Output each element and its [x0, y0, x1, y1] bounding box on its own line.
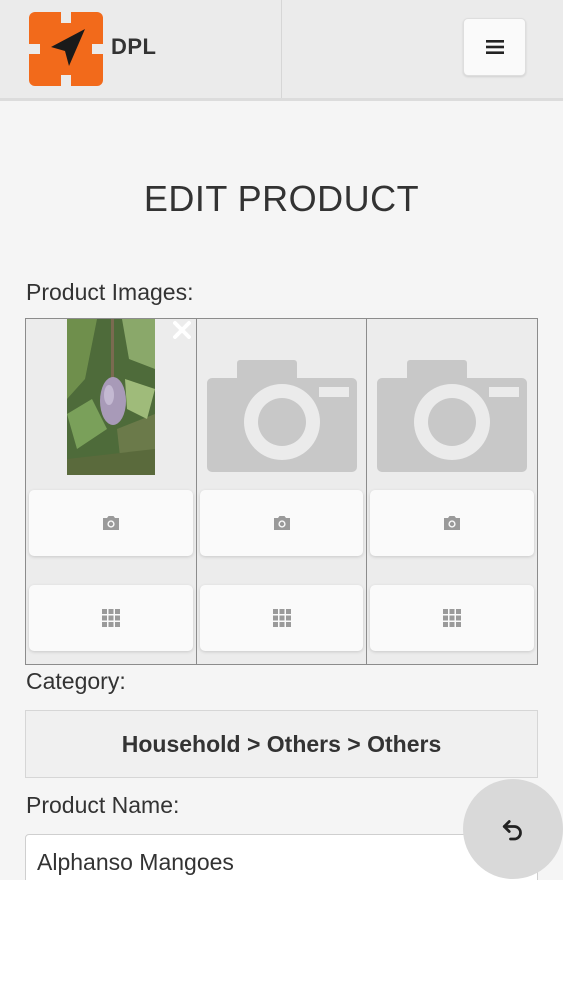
camera-icon	[273, 516, 290, 530]
grid-icon	[272, 609, 291, 627]
choose-from-gallery-button[interactable]	[370, 585, 535, 651]
choose-from-gallery-button[interactable]	[199, 585, 364, 651]
category-label: Category:	[26, 668, 126, 694]
camera-icon	[444, 516, 461, 530]
remove-image-icon[interactable]	[171, 319, 193, 341]
product-images-grid	[25, 318, 538, 665]
brand-name: DPL	[111, 34, 157, 59]
take-photo-button[interactable]	[199, 490, 364, 556]
hamburger-menu-icon	[485, 40, 504, 54]
camera-placeholder-icon	[377, 360, 528, 472]
header-divider	[281, 0, 282, 98]
camera-placeholder-icon	[206, 360, 357, 472]
image-slot-1	[26, 319, 197, 664]
image-placeholder	[197, 319, 367, 489]
grid-icon	[443, 609, 462, 627]
camera-icon	[102, 516, 119, 530]
undo-button[interactable]	[463, 779, 563, 879]
page-title: EDIT PRODUCT	[143, 178, 420, 219]
image-slot-3	[367, 319, 537, 664]
take-photo-button[interactable]	[29, 490, 193, 556]
product-name-label: Product Name:	[26, 792, 180, 818]
dpl-logo-icon[interactable]	[27, 10, 105, 88]
undo-icon	[502, 820, 522, 841]
grid-icon	[101, 609, 120, 627]
product-images-label: Product Images:	[26, 279, 194, 305]
choose-from-gallery-button[interactable]	[29, 585, 193, 651]
category-selector[interactable]: Household > Others > Others	[25, 710, 538, 778]
product-name-input[interactable]: Alphanso Mangoes	[25, 834, 538, 880]
take-photo-button[interactable]	[370, 490, 535, 556]
app-screen: DPL EDIT PRODUCT Product Images: Categor…	[0, 0, 563, 880]
app-header: DPL	[0, 0, 563, 101]
menu-button[interactable]	[463, 18, 526, 76]
image-placeholder	[367, 319, 537, 489]
image-slot-2	[197, 319, 368, 664]
product-photo[interactable]	[67, 319, 155, 475]
